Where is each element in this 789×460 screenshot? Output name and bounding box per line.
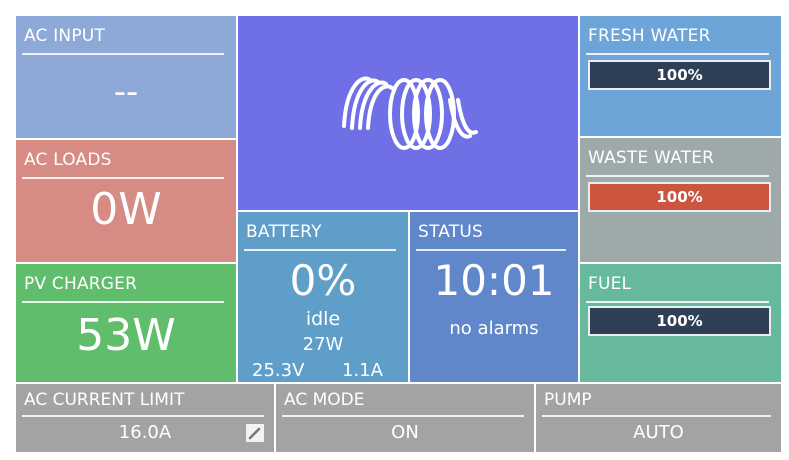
ac-input-title: AC INPUT bbox=[24, 26, 106, 46]
logo-tile bbox=[238, 16, 578, 210]
fresh-water-level-bar: 100% bbox=[588, 60, 771, 90]
pump-button[interactable]: PUMP AUTO bbox=[536, 384, 781, 452]
battery-state: idle bbox=[305, 308, 341, 330]
overview-screen: AC INPUT -- AC LOADS 0W PV CHARGER 53W B… bbox=[14, 14, 781, 454]
pv-charger-tile: PV CHARGER 53W bbox=[16, 264, 236, 382]
pv-charger-value: 53W bbox=[76, 310, 176, 361]
pv-charger-divider bbox=[22, 301, 224, 303]
status-divider bbox=[416, 249, 566, 251]
edit-icon[interactable] bbox=[246, 424, 264, 442]
ac-input-divider bbox=[22, 53, 224, 55]
status-alarms: no alarms bbox=[449, 318, 539, 339]
ac-mode-value: ON bbox=[391, 422, 419, 443]
battery-power: 27W bbox=[302, 334, 344, 355]
waste-water-title: WASTE WATER bbox=[588, 148, 715, 168]
ac-mode-title: AC MODE bbox=[284, 390, 365, 410]
ac-current-limit-title: AC CURRENT LIMIT bbox=[24, 390, 185, 410]
fuel-divider bbox=[586, 301, 769, 303]
waste-water-tile: WASTE WATER 100% bbox=[580, 138, 781, 262]
ac-mode-button[interactable]: AC MODE ON bbox=[276, 384, 534, 452]
status-time: 10:01 bbox=[433, 256, 555, 305]
pump-value: AUTO bbox=[633, 422, 684, 443]
status-title: STATUS bbox=[418, 222, 483, 242]
battery-voltage: 25.3V bbox=[252, 360, 305, 381]
battery-divider bbox=[244, 249, 396, 251]
battery-title: BATTERY bbox=[246, 222, 322, 242]
ac-current-limit-value: 16.0A bbox=[118, 422, 172, 443]
fuel-tile: FUEL 100% bbox=[580, 264, 781, 382]
ac-current-limit-button[interactable]: AC CURRENT LIMIT 16.0A bbox=[16, 384, 274, 452]
fresh-water-title: FRESH WATER bbox=[588, 26, 711, 46]
victron-logo-icon bbox=[342, 76, 478, 150]
fuel-title: FUEL bbox=[588, 274, 632, 294]
ac-mode-divider bbox=[282, 415, 524, 417]
battery-percent: 0% bbox=[289, 256, 357, 305]
ac-loads-title: AC LOADS bbox=[24, 150, 112, 170]
fresh-water-tile: FRESH WATER 100% bbox=[580, 16, 781, 136]
ac-loads-tile: AC LOADS 0W bbox=[16, 140, 236, 262]
ac-input-value: -- bbox=[113, 72, 139, 112]
battery-current: 1.1A bbox=[342, 360, 383, 381]
battery-tile: BATTERY 0% idle 27W 25.3V 1.1A bbox=[238, 212, 408, 382]
ac-current-limit-divider bbox=[22, 415, 264, 417]
fresh-water-divider bbox=[586, 53, 769, 55]
waste-water-level-bar: 100% bbox=[588, 182, 771, 212]
ac-loads-divider bbox=[22, 177, 224, 179]
pump-divider bbox=[542, 415, 771, 417]
pv-charger-title: PV CHARGER bbox=[24, 274, 138, 294]
ac-loads-value: 0W bbox=[90, 184, 162, 235]
pump-title: PUMP bbox=[544, 390, 592, 410]
fuel-level-bar: 100% bbox=[588, 306, 771, 336]
waste-water-divider bbox=[586, 175, 769, 177]
status-tile: STATUS 10:01 no alarms bbox=[410, 212, 578, 382]
ac-input-tile: AC INPUT -- bbox=[16, 16, 236, 138]
